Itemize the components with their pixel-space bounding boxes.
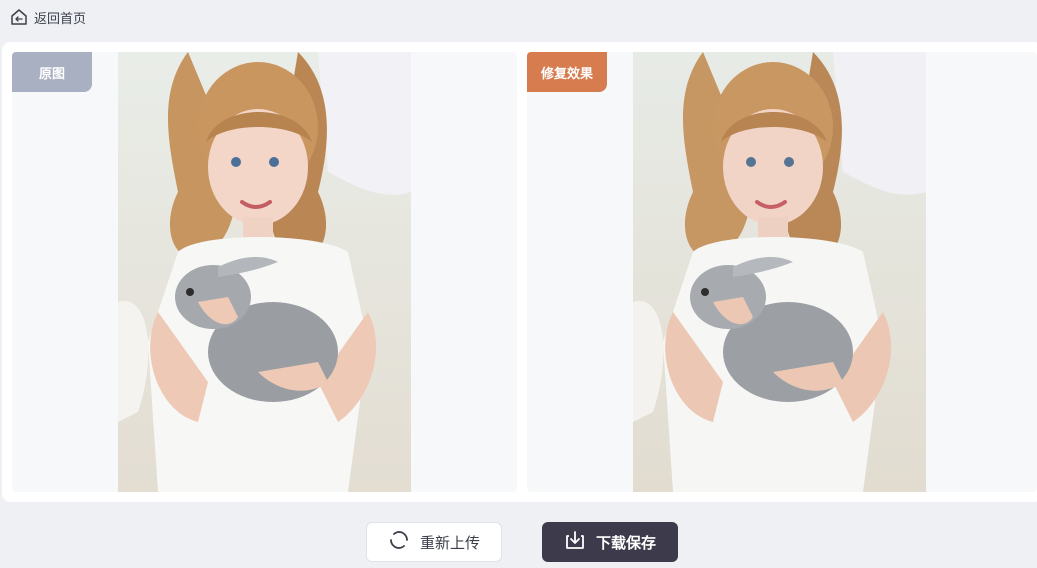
result-panel: 修复效果 bbox=[527, 52, 1037, 492]
back-label: 返回首页 bbox=[34, 11, 87, 27]
result-tag: 修复效果 bbox=[527, 52, 607, 92]
download-icon bbox=[564, 529, 586, 555]
comparison-area: 原图 修复效果 bbox=[2, 42, 1037, 502]
original-photo bbox=[118, 52, 411, 492]
refresh-icon bbox=[388, 529, 410, 555]
home-back-icon bbox=[10, 8, 28, 26]
download-button[interactable]: 下载保存 bbox=[542, 522, 678, 562]
reupload-label: 重新上传 bbox=[419, 533, 480, 552]
download-label: 下载保存 bbox=[595, 533, 656, 552]
reupload-button[interactable]: 重新上传 bbox=[366, 522, 502, 562]
result-photo bbox=[633, 52, 926, 492]
original-panel: 原图 bbox=[12, 52, 517, 492]
back-to-home-link[interactable]: 返回首页 bbox=[10, 7, 86, 27]
original-tag: 原图 bbox=[12, 52, 92, 92]
